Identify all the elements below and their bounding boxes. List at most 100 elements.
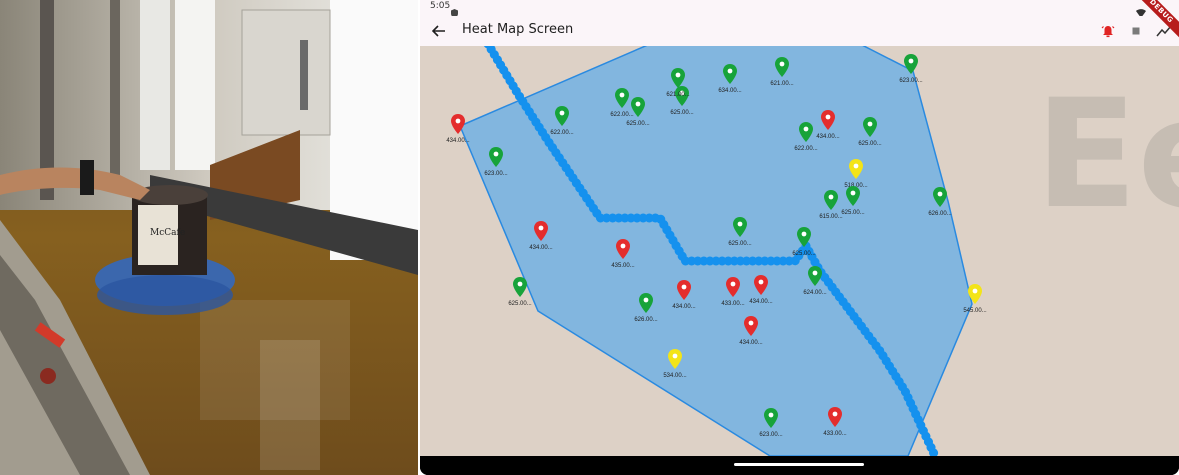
map-pin-icon bbox=[821, 110, 835, 130]
map-pin-icon bbox=[797, 227, 811, 247]
map-marker[interactable]: 621.00... bbox=[658, 68, 698, 108]
map-pin-icon bbox=[451, 114, 465, 134]
map-marker[interactable]: 624.00... bbox=[795, 266, 835, 306]
marker-label: 434.00... bbox=[816, 134, 840, 140]
marker-label: 625.00... bbox=[858, 141, 882, 147]
marker-label: 434.00... bbox=[672, 304, 696, 310]
marker-label: 625.00... bbox=[670, 110, 694, 116]
marker-label: 434.00... bbox=[739, 340, 763, 346]
marker-label: 434.00... bbox=[529, 245, 553, 251]
map-marker[interactable]: 626.00... bbox=[626, 293, 666, 333]
map-marker[interactable]: 621.00... bbox=[762, 57, 802, 97]
marker-label: 624.00... bbox=[803, 290, 827, 296]
map-pin-icon bbox=[723, 64, 737, 84]
map-marker[interactable]: 623.00... bbox=[891, 54, 931, 94]
map-pin-icon bbox=[775, 57, 789, 77]
marker-label: 435.00... bbox=[611, 263, 635, 269]
map-pin-icon bbox=[846, 186, 860, 206]
marker-label: 625.00... bbox=[841, 210, 865, 216]
marker-label: 625.00... bbox=[626, 121, 650, 127]
map-marker[interactable]: 625.00... bbox=[500, 277, 540, 317]
marker-label: 625.00... bbox=[508, 301, 532, 307]
map-marker[interactable]: 435.00... bbox=[603, 239, 643, 279]
map-pin-icon bbox=[863, 117, 877, 137]
marker-label: 434.00... bbox=[749, 299, 773, 305]
marker-label: 434.00... bbox=[446, 138, 470, 144]
svg-text:McCafe: McCafe bbox=[150, 228, 185, 238]
map-pin-icon bbox=[744, 316, 758, 336]
map-marker[interactable]: 625.00... bbox=[784, 227, 824, 267]
status-time: 5:05 bbox=[430, 1, 451, 11]
map-marker[interactable]: 433.00... bbox=[815, 407, 855, 447]
map-pin-icon bbox=[513, 277, 527, 297]
map-marker[interactable]: 434.00... bbox=[438, 114, 478, 154]
marker-label: 545.00... bbox=[963, 308, 987, 314]
map-pin-icon bbox=[631, 97, 645, 117]
map-pin-icon bbox=[726, 277, 740, 297]
back-button[interactable] bbox=[426, 18, 452, 44]
marker-label: 623.00... bbox=[899, 78, 923, 84]
map-pin-icon bbox=[555, 106, 569, 126]
map-pin-icon bbox=[677, 280, 691, 300]
map-pin-icon bbox=[639, 293, 653, 313]
map-marker[interactable]: 623.00... bbox=[751, 408, 791, 448]
shield-icon bbox=[451, 3, 458, 18]
map-marker[interactable]: 434.00... bbox=[808, 110, 848, 150]
stop-button[interactable] bbox=[1124, 19, 1148, 43]
map-pin-icon bbox=[849, 159, 863, 179]
map-pin-icon bbox=[828, 407, 842, 427]
map-pin-icon bbox=[754, 275, 768, 295]
map-pin-icon bbox=[489, 147, 503, 167]
map-background-text: Ee bbox=[1035, 68, 1179, 242]
stop-icon bbox=[1132, 27, 1140, 35]
map-marker[interactable]: 625.00... bbox=[618, 97, 658, 137]
map-marker[interactable]: 625.00... bbox=[850, 117, 890, 157]
robot-photo: McCafe bbox=[0, 0, 418, 475]
map-pin-icon bbox=[534, 221, 548, 241]
app-bar: Heat Map Screen bbox=[420, 16, 1179, 46]
marker-label: 433.00... bbox=[823, 431, 847, 437]
map-pin-icon bbox=[671, 68, 685, 88]
map-marker[interactable]: 434.00... bbox=[731, 316, 771, 356]
map-marker[interactable]: 434.00... bbox=[741, 275, 781, 315]
map-marker[interactable]: 626.00... bbox=[920, 187, 960, 227]
map-marker[interactable]: 623.00... bbox=[476, 147, 516, 187]
robot-photo-illustration: McCafe bbox=[0, 0, 418, 475]
map-pin-icon bbox=[733, 217, 747, 237]
map-marker[interactable]: 625.00... bbox=[833, 186, 873, 226]
marker-label: 623.00... bbox=[759, 432, 783, 438]
home-indicator[interactable] bbox=[734, 463, 864, 466]
marker-label: 622.00... bbox=[550, 130, 574, 136]
marker-label: 621.00... bbox=[666, 92, 690, 98]
marker-label: 621.00... bbox=[770, 81, 794, 87]
map-pin-icon bbox=[764, 408, 778, 428]
map-marker[interactable]: 634.00... bbox=[710, 64, 750, 104]
map-marker[interactable]: 545.00... bbox=[955, 284, 995, 324]
map-pin-icon bbox=[968, 284, 982, 304]
alarm-button[interactable] bbox=[1096, 19, 1120, 43]
marker-label: 626.00... bbox=[928, 211, 952, 217]
heat-map[interactable]: Ee 434.00...622.00...622.00...625.00...6… bbox=[420, 46, 1179, 456]
map-marker[interactable]: 434.00... bbox=[664, 280, 704, 320]
marker-label: 625.00... bbox=[792, 251, 816, 257]
map-marker[interactable]: 434.00... bbox=[521, 221, 561, 261]
map-marker[interactable]: 625.00... bbox=[720, 217, 760, 257]
map-pin-icon bbox=[616, 239, 630, 259]
arrow-back-icon bbox=[432, 25, 445, 37]
status-bar: 5:05 bbox=[420, 0, 1179, 18]
marker-label: 625.00... bbox=[728, 241, 752, 247]
map-pin-icon bbox=[904, 54, 918, 74]
page-title: Heat Map Screen bbox=[462, 22, 574, 37]
system-nav-bar bbox=[420, 456, 1179, 475]
marker-label: 534.00... bbox=[663, 373, 687, 379]
marker-label: 623.00... bbox=[484, 171, 508, 177]
alarm-icon bbox=[1101, 26, 1115, 38]
map-marker[interactable]: 622.00... bbox=[542, 106, 582, 146]
map-pin-icon bbox=[933, 187, 947, 207]
marker-label: 634.00... bbox=[718, 88, 742, 94]
map-marker[interactable]: 534.00... bbox=[655, 349, 695, 389]
marker-label: 626.00... bbox=[634, 317, 658, 323]
phone-screen: 5:05 Heat Map Screen E 434.00... 622.00.… bbox=[420, 0, 1179, 475]
map-pin-icon bbox=[668, 349, 682, 369]
map-pin-icon bbox=[808, 266, 822, 286]
